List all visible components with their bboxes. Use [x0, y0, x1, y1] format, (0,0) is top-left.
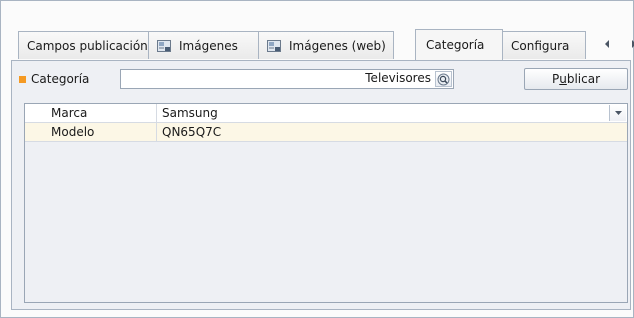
property-value[interactable]: Samsung — [158, 104, 627, 122]
tab-label: Imágenes (web) — [289, 38, 386, 53]
publish-label-suffix: blicar — [566, 72, 601, 86]
category-lookup-button[interactable] — [435, 71, 452, 87]
publish-button[interactable]: Pu blicar — [524, 68, 628, 90]
tab-scroll-arrows — [593, 33, 634, 55]
tab-imagenes-web[interactable]: Imágenes (web) — [258, 31, 394, 59]
category-panel: Categoría Televisores Pu blicar Marca Sam… — [11, 60, 631, 310]
chevron-down-icon — [614, 111, 622, 115]
image-icon — [267, 39, 281, 52]
category-field[interactable]: Televisores — [120, 69, 454, 89]
window: Campos publicación Imágenes Imágenes (we… — [0, 0, 634, 318]
tab-label: Imágenes — [179, 38, 238, 53]
property-value[interactable]: QN65Q7C — [158, 123, 627, 141]
required-marker — [19, 76, 26, 83]
property-key: Marca — [25, 104, 157, 122]
tab-strip: Campos publicación Imágenes Imágenes (we… — [18, 29, 634, 61]
tab-imagenes[interactable]: Imágenes — [148, 31, 259, 59]
scroll-right-button[interactable] — [626, 36, 634, 52]
publish-label-mnemonic: u — [559, 72, 567, 86]
properties-grid: Marca Samsung Modelo QN65Q7C — [24, 103, 628, 303]
tab-categoria[interactable]: Categoría — [415, 29, 503, 60]
property-key: Modelo — [25, 123, 157, 141]
publish-label-prefix: P — [551, 72, 560, 86]
property-row-marca[interactable]: Marca Samsung — [25, 104, 627, 123]
tab-label: Configura — [511, 38, 570, 53]
marca-dropdown-button[interactable] — [609, 105, 626, 121]
category-label: Categoría — [31, 72, 90, 86]
chevron-right-icon — [632, 40, 634, 48]
category-row: Categoría Televisores Pu blicar — [12, 67, 630, 91]
tab-configuracion[interactable]: Configura — [502, 31, 586, 59]
tab-campos-publicacion[interactable]: Campos publicación — [18, 31, 149, 59]
image-icon — [157, 39, 171, 52]
property-row-modelo[interactable]: Modelo QN65Q7C — [25, 123, 627, 142]
search-icon — [437, 73, 450, 85]
scroll-left-button[interactable] — [599, 36, 615, 52]
chevron-left-icon — [604, 40, 609, 48]
category-value: Televisores — [365, 71, 431, 85]
tab-label: Campos publicación — [27, 38, 148, 53]
tab-label: Categoría — [426, 38, 485, 52]
